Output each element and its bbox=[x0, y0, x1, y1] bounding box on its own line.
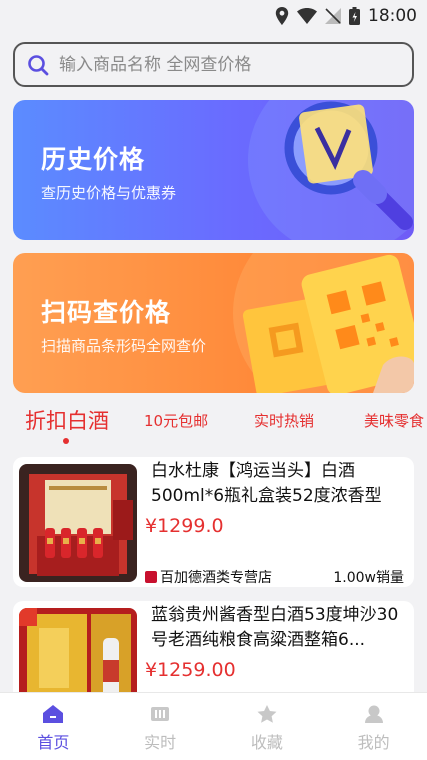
nav-label: 收藏 bbox=[250, 733, 283, 752]
search-bar[interactable] bbox=[13, 42, 414, 87]
nav-label: 实时 bbox=[144, 733, 177, 752]
active-tab-indicator bbox=[63, 438, 69, 444]
shop-logo-icon bbox=[145, 571, 157, 583]
home-icon bbox=[43, 705, 64, 723]
banner-subtitle: 扫描商品条形码全网查价 bbox=[41, 337, 207, 355]
product-card[interactable]: 蓝翁贵州酱香型白酒53度坤沙30号老酒纯粮食高粱酒整箱6... ¥1259.00 bbox=[13, 601, 414, 701]
product-image bbox=[19, 608, 137, 701]
nav-home[interactable]: 首页 bbox=[0, 693, 107, 760]
star-icon bbox=[257, 705, 277, 723]
product-title: 蓝翁贵州酱香型白酒53度坤沙30号老酒纯粮食高粱酒整箱6... bbox=[151, 605, 399, 650]
tab-discount-liquor[interactable]: 折扣白酒 bbox=[25, 405, 109, 435]
product-price: ¥1259.00 bbox=[145, 659, 236, 681]
product-card[interactable]: 白水杜康【鸿运当头】白酒500ml*6瓶礼盒装52度浓香型 ¥1299.0 百加… bbox=[13, 457, 414, 587]
realtime-icon bbox=[151, 707, 170, 721]
status-bar: 18:00 bbox=[0, 0, 427, 32]
nav-label: 首页 bbox=[37, 733, 70, 752]
shop-name: 百加德酒类专营店 bbox=[145, 567, 272, 587]
no-signal-icon bbox=[325, 8, 341, 24]
product-price: ¥1299.0 bbox=[145, 515, 224, 537]
profile-icon bbox=[364, 705, 383, 723]
history-price-banner[interactable]: 历史价格 查历史价格与优惠券 bbox=[13, 100, 414, 240]
shop-name-label: 百加德酒类专营店 bbox=[160, 570, 272, 586]
scan-price-banner[interactable]: 扫码查价格 扫描商品条形码全网查价 bbox=[13, 253, 414, 393]
tab-10-yuan-shipping[interactable]: 10元包邮 bbox=[144, 410, 208, 431]
search-input[interactable] bbox=[59, 54, 379, 75]
tab-snacks[interactable]: 美味零食 bbox=[364, 410, 424, 431]
wifi-icon bbox=[297, 8, 317, 24]
banner-title: 扫码查价格 bbox=[41, 298, 172, 327]
banner-title: 历史价格 bbox=[41, 145, 146, 174]
product-title: 白水杜康【鸿运当头】白酒500ml*6瓶礼盒装52度浓香型 bbox=[151, 461, 382, 506]
nav-favorites[interactable]: 收藏 bbox=[214, 693, 321, 760]
location-icon bbox=[275, 7, 289, 25]
status-time: 18:00 bbox=[368, 6, 417, 26]
battery-icon bbox=[349, 7, 360, 25]
bottom-navigation: 首页 实时 收藏 我的 bbox=[0, 692, 427, 760]
nav-profile[interactable]: 我的 bbox=[320, 693, 427, 760]
tab-realtime-hot[interactable]: 实时热销 bbox=[254, 410, 314, 431]
product-image bbox=[19, 464, 137, 582]
nav-realtime[interactable]: 实时 bbox=[107, 693, 214, 760]
nav-label: 我的 bbox=[357, 733, 390, 752]
banner-subtitle: 查历史价格与优惠券 bbox=[41, 184, 177, 202]
sales-count: 1.00w销量 bbox=[333, 570, 404, 586]
search-icon bbox=[28, 54, 49, 75]
